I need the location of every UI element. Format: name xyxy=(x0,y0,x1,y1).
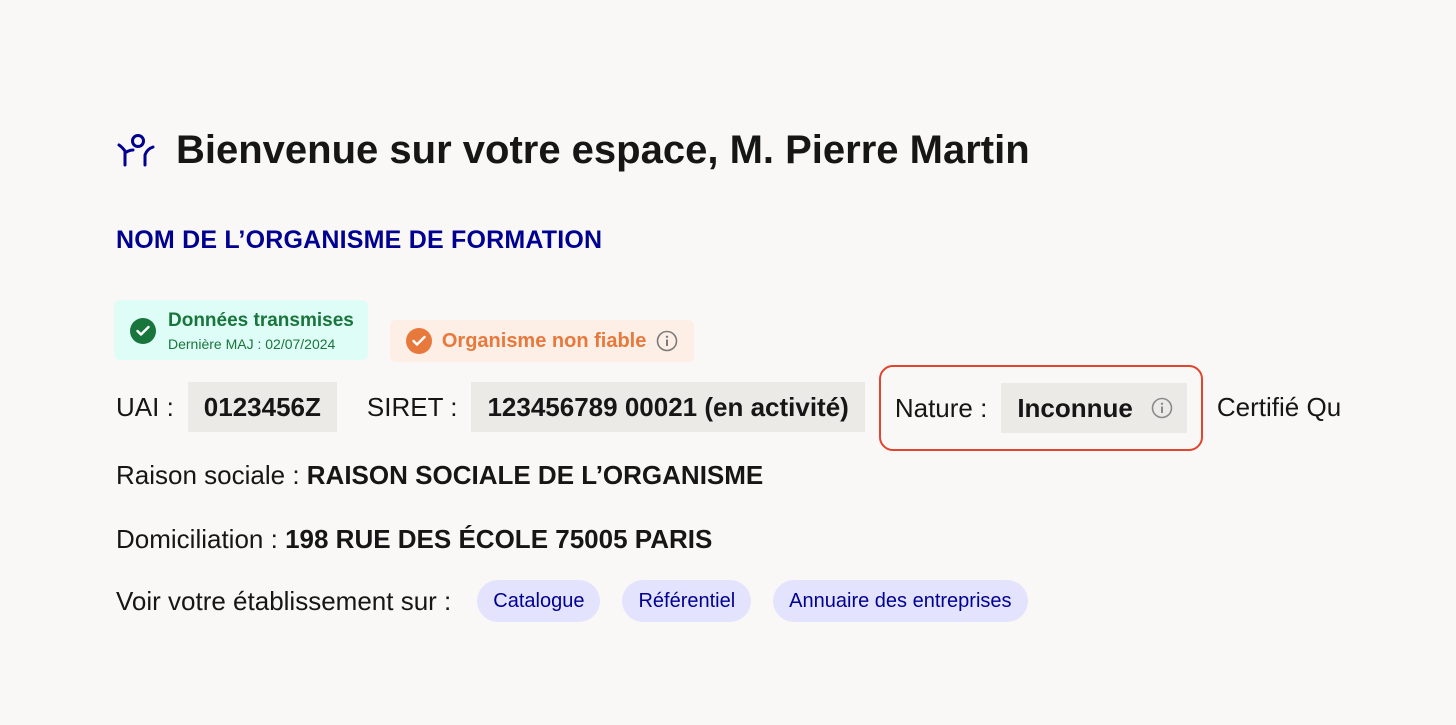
check-circle-icon xyxy=(130,318,156,344)
check-circle-icon xyxy=(405,328,432,354)
external-links-row: Voir votre établissement sur : Catalogue… xyxy=(116,580,1028,622)
raison-sociale-row: Raison sociale : RAISON SOCIALE DE L’ORG… xyxy=(116,460,763,491)
siret-value: 123456789 00021 (en activité) xyxy=(471,382,865,432)
catalogue-link[interactable]: Catalogue xyxy=(477,580,601,622)
siret-label: SIRET : xyxy=(366,391,458,422)
links-label: Voir votre établissement sur : xyxy=(116,585,452,616)
organisme-name: NOM DE L’ORGANISME DE FORMATION xyxy=(116,226,603,254)
welcome-header: Bienvenue sur votre espace, M. Pierre Ma… xyxy=(116,128,1030,173)
referentiel-link[interactable]: Référentiel xyxy=(622,580,752,622)
domiciliation-row: Domiciliation : 198 RUE DES ÉCOLE 75005 … xyxy=(116,524,712,555)
info-icon[interactable] xyxy=(1151,397,1173,419)
badge-last-update: Dernière MAJ : 02/07/2024 xyxy=(168,335,336,352)
domiciliation-value: 198 RUE DES ÉCOLE 75005 PARIS xyxy=(285,524,713,554)
nature-value: Inconnue xyxy=(1001,383,1187,433)
nature-highlight: Nature : Inconnue xyxy=(878,365,1203,451)
info-icon[interactable] xyxy=(656,330,678,352)
page-title: Bienvenue sur votre espace, M. Pierre Ma… xyxy=(176,128,1030,172)
raison-sociale-value: RAISON SOCIALE DE L’ORGANISME xyxy=(306,460,764,490)
identifiers-row: UAI : 0123456Z SIRET : 123456789 00021 (… xyxy=(116,365,1342,451)
person-icon xyxy=(116,133,156,169)
raison-sociale-label: Raison sociale : xyxy=(116,460,300,490)
domiciliation-label: Domiciliation : xyxy=(116,524,278,554)
nature-label: Nature : xyxy=(894,392,988,423)
badge-label: Données transmises xyxy=(168,310,354,332)
data-transmitted-badge: Données transmises Dernière MAJ : 02/07/… xyxy=(114,300,368,360)
badge-label: Organisme non fiable xyxy=(441,329,647,352)
uai-value: 0123456Z xyxy=(187,382,337,432)
annuaire-entreprises-link[interactable]: Annuaire des entreprises xyxy=(773,580,1028,622)
uai-label: UAI : xyxy=(116,391,174,422)
certif-label: Certifié Qu xyxy=(1216,391,1342,422)
reliability-badge: Organisme non fiable xyxy=(389,320,695,362)
status-badges: Données transmises Dernière MAJ : 02/07/… xyxy=(114,300,695,362)
page: Bienvenue sur votre espace, M. Pierre Ma… xyxy=(0,0,1456,725)
